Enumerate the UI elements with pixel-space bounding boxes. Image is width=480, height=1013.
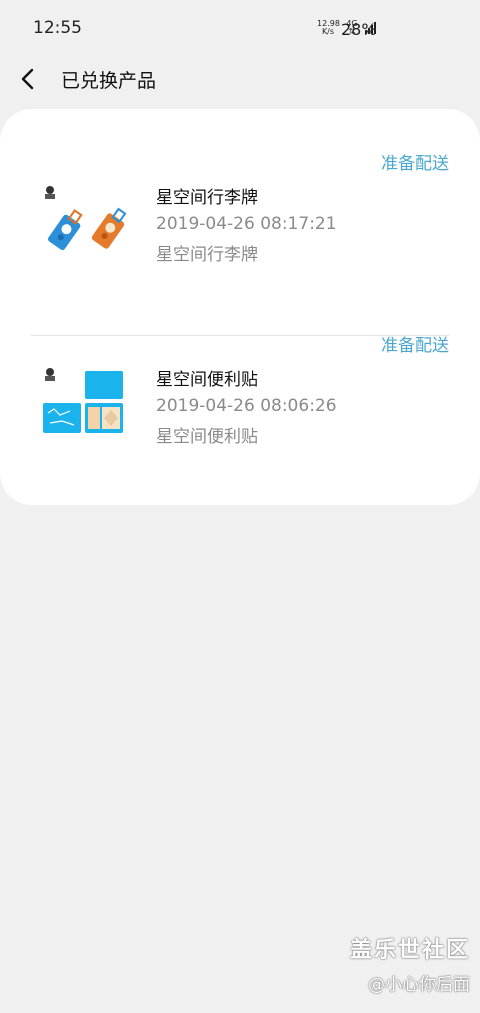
product-description: 星空间便利贴 <box>156 427 258 447</box>
watermark-author: @小心你后面 <box>368 975 470 995</box>
status-bar: 12:55 12.98 K/s 4G ⇅ 28% <box>0 0 480 60</box>
delivery-status[interactable]: 准备配送 <box>381 149 449 174</box>
network-speed-unit: K/s <box>321 27 335 36</box>
status-time: 12:55 <box>33 18 82 38</box>
chevron-left-icon <box>21 68 34 90</box>
back-button[interactable] <box>16 66 42 92</box>
sticky-notes-icon <box>43 368 123 433</box>
redeem-date: 2019-04-26 08:06:26 <box>156 396 337 416</box>
page-title: 已兑换产品 <box>61 70 157 92</box>
redeem-date: 2019-04-26 08:17:21 <box>156 214 337 234</box>
header: 已兑换产品 <box>0 60 480 100</box>
battery-level: 28% <box>341 20 377 39</box>
luggage-tag-icon <box>45 186 127 251</box>
network-speed: 12.98 K/s <box>317 20 340 36</box>
product-description: 星空间行李牌 <box>156 245 258 265</box>
product-name: 星空间行李牌 <box>156 188 258 208</box>
delivery-status[interactable]: 准备配送 <box>381 331 449 356</box>
watermark: 盖乐世社区 @小心你后面 <box>350 932 470 995</box>
list-item[interactable]: 准备配送 星空间便利贴 2019-04-26 08:06:26 星空间便利贴 <box>0 321 480 491</box>
redeemed-products-card: 准备配送 星空间行李牌 2019-04-26 08:17:21 星空间行李牌 准… <box>0 109 480 505</box>
watermark-community: 盖乐世社区 <box>349 938 470 963</box>
product-name: 星空间便利贴 <box>156 370 258 390</box>
list-item[interactable]: 准备配送 星空间行李牌 2019-04-26 08:17:21 星空间行李牌 <box>0 139 480 336</box>
